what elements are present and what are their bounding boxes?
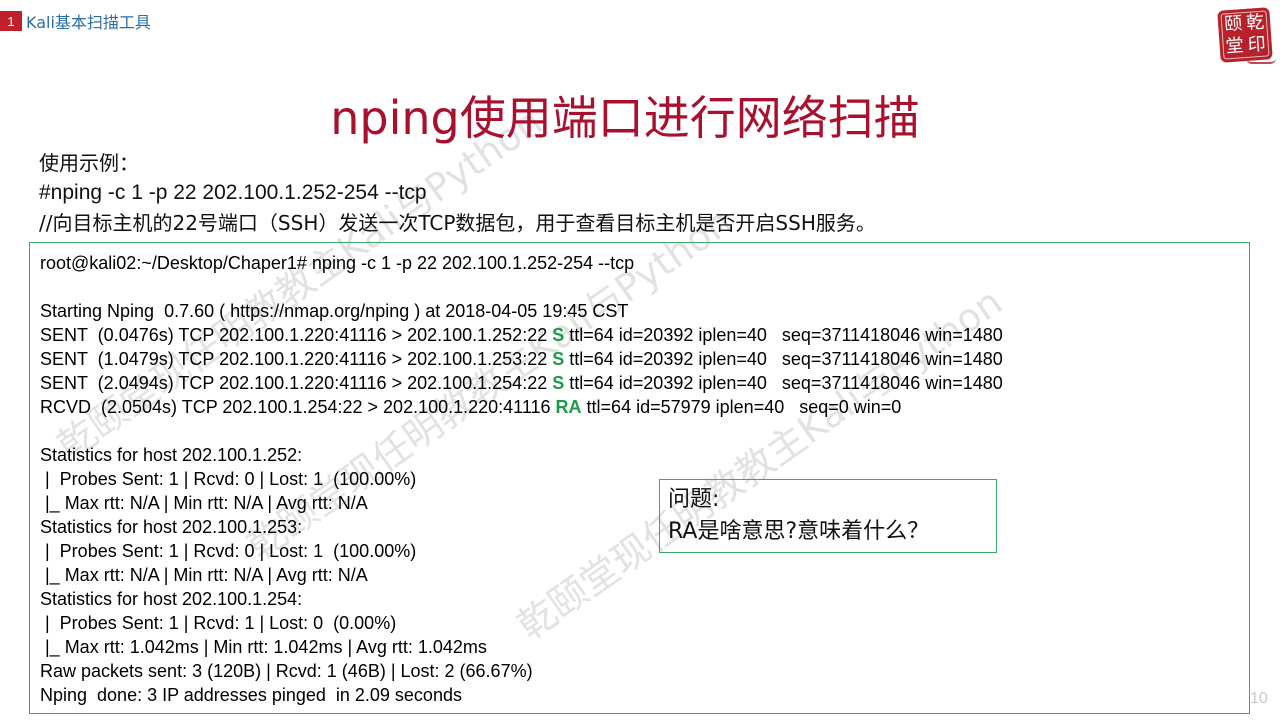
terminal-line: |_ Max rtt: N/A | Min rtt: N/A | Avg rtt… xyxy=(40,493,368,513)
terminal-output: root@kali02:~/Desktop/Chaper1# nping -c … xyxy=(29,242,1250,714)
terminal-line: Nping done: 3 IP addresses pinged in 2.0… xyxy=(40,685,462,705)
terminal-line: |_ Max rtt: 1.042ms | Min rtt: 1.042ms |… xyxy=(40,637,487,657)
command-description: //向目标主机的22号端口（SSH）发送一次TCP数据包，用于查看目标主机是否开… xyxy=(39,211,876,235)
slide-title: nping使用端口进行网络扫描 xyxy=(330,91,920,145)
terminal-line: SENT (0.0476s) TCP 202.100.1.220:41116 >… xyxy=(40,323,1249,347)
intro-block: 使用示例： #nping -c 1 -p 22 202.100.1.252-25… xyxy=(39,148,876,238)
example-command: #nping -c 1 -p 22 202.100.1.252-254 --tc… xyxy=(39,181,427,204)
terminal-line: |_ Max rtt: N/A | Min rtt: N/A | Avg rtt… xyxy=(40,565,368,585)
seal-stroke xyxy=(1246,58,1276,64)
question-text: RA是啥意思?意味着什么？ xyxy=(668,519,930,544)
terminal-line: Statistics for host 202.100.1.253: xyxy=(40,517,303,537)
line-suffix: ttl=64 id=20392 iplen=40 seq=3711418046 … xyxy=(564,349,1003,369)
line-prefix: SENT (0.0476s) TCP 202.100.1.220:41116 >… xyxy=(40,325,553,345)
line-suffix: ttl=64 id=20392 iplen=40 seq=3711418046 … xyxy=(564,373,1003,393)
terminal-line: | Probes Sent: 1 | Rcvd: 0 | Lost: 1 (10… xyxy=(40,541,417,561)
tcp-flag: S xyxy=(552,349,565,369)
terminal-line: Starting Nping 0.7.60 ( https://nmap.org… xyxy=(40,301,629,321)
terminal-line: Statistics for host 202.100.1.252: xyxy=(40,445,303,465)
terminal-line: SENT (2.0494s) TCP 202.100.1.220:41116 >… xyxy=(40,371,1249,395)
terminal-line: Raw packets sent: 3 (120B) | Rcvd: 1 (46… xyxy=(40,661,533,681)
seal-char: 颐 xyxy=(1223,13,1243,36)
seal-char: 堂 xyxy=(1225,35,1245,58)
line-suffix: ttl=64 id=20392 iplen=40 seq=3711418046 … xyxy=(564,325,1003,345)
seal-char: 乾 xyxy=(1245,11,1265,34)
breadcrumb: 1 Kali基本扫描工具 xyxy=(0,11,151,32)
terminal-line: | Probes Sent: 1 | Rcvd: 0 | Lost: 1 (10… xyxy=(40,469,417,489)
line-prefix: SENT (1.0479s) TCP 202.100.1.220:41116 >… xyxy=(40,349,553,369)
section-title: Kali基本扫描工具 xyxy=(26,13,151,32)
terminal-line: SENT (1.0479s) TCP 202.100.1.220:41116 >… xyxy=(40,347,1249,371)
seal-char: 印 xyxy=(1246,33,1267,56)
usage-label: 使用示例： xyxy=(39,151,139,175)
question-heading: 问题: xyxy=(668,487,720,512)
seal-logo: 颐 乾 堂 印 xyxy=(1217,7,1273,63)
terminal-line: | Probes Sent: 1 | Rcvd: 1 | Lost: 0 (0.… xyxy=(40,613,397,633)
line-suffix: ttl=64 id=57979 iplen=40 seq=0 win=0 xyxy=(581,397,902,417)
tcp-flag: RA xyxy=(555,397,582,417)
terminal-line: RCVD (2.0504s) TCP 202.100.1.254:22 > 20… xyxy=(40,395,1249,419)
question-box: 问题: RA是啥意思?意味着什么？ xyxy=(659,479,997,553)
line-prefix: RCVD (2.0504s) TCP 202.100.1.254:22 > 20… xyxy=(40,397,556,417)
terminal-line: root@kali02:~/Desktop/Chaper1# nping -c … xyxy=(40,253,635,273)
tcp-flag: S xyxy=(552,325,565,345)
tcp-flag: S xyxy=(552,373,565,393)
page-number: 10 xyxy=(1250,690,1268,707)
section-number-badge: 1 xyxy=(0,11,22,31)
terminal-line: Statistics for host 202.100.1.254: xyxy=(40,589,303,609)
line-prefix: SENT (2.0494s) TCP 202.100.1.220:41116 >… xyxy=(40,373,553,393)
